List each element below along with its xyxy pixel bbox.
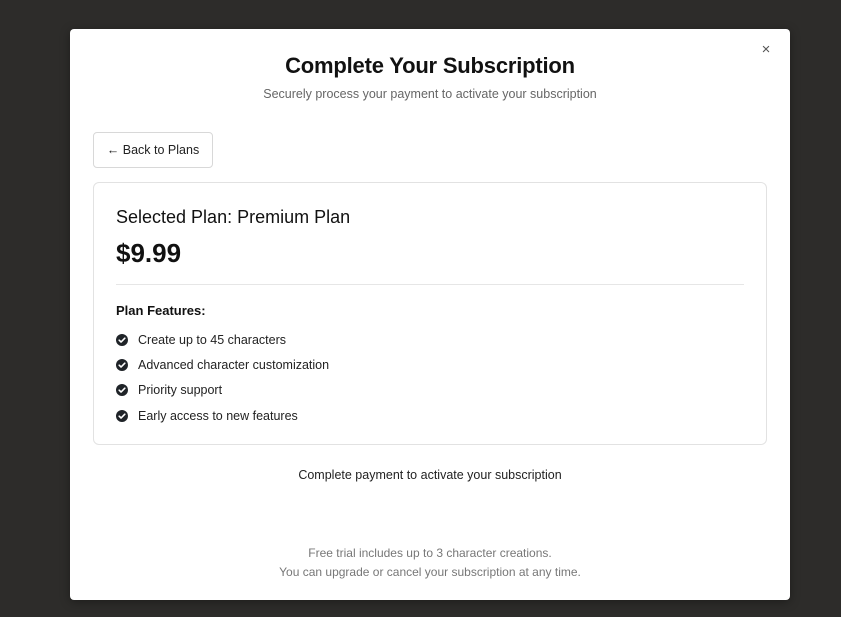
check-circle-icon [116, 358, 128, 371]
feature-item: Early access to new features [116, 403, 329, 428]
feature-label: Create up to 45 characters [138, 332, 286, 347]
feature-label: Early access to new features [138, 408, 298, 423]
features-list: Create up to 45 characters Advanced char… [116, 327, 329, 428]
footer-note: Free trial includes up to 3 character cr… [70, 544, 790, 582]
divider [116, 284, 744, 285]
check-circle-icon [116, 384, 128, 397]
feature-item: Create up to 45 characters [116, 327, 329, 352]
modal-subtitle: Securely process your payment to activat… [263, 87, 597, 101]
plan-name: Selected Plan: Premium Plan [116, 207, 351, 227]
plan-price: $9.99 [116, 238, 182, 268]
payment-note: Complete payment to activate your subscr… [298, 468, 562, 482]
footer-line-trial: Free trial includes up to 3 character cr… [308, 546, 552, 560]
check-circle-icon [116, 409, 128, 422]
modal-title: Complete Your Subscription [285, 53, 575, 78]
features-heading: Plan Features: [116, 303, 206, 318]
feature-item: Priority support [116, 378, 329, 403]
feature-item: Advanced character customization [116, 352, 329, 377]
subscription-modal: × Complete Your Subscription Securely pr… [70, 29, 790, 600]
feature-label: Advanced character customization [138, 357, 330, 372]
check-circle-icon [116, 333, 128, 346]
selected-plan-card: Selected Plan: Premium Plan $9.99 Plan F… [93, 182, 767, 445]
back-to-plans-button[interactable]: ← Back to Plans [93, 132, 213, 168]
feature-label: Priority support [138, 383, 223, 398]
footer-line-cancel: You can upgrade or cancel your subscript… [279, 565, 581, 579]
